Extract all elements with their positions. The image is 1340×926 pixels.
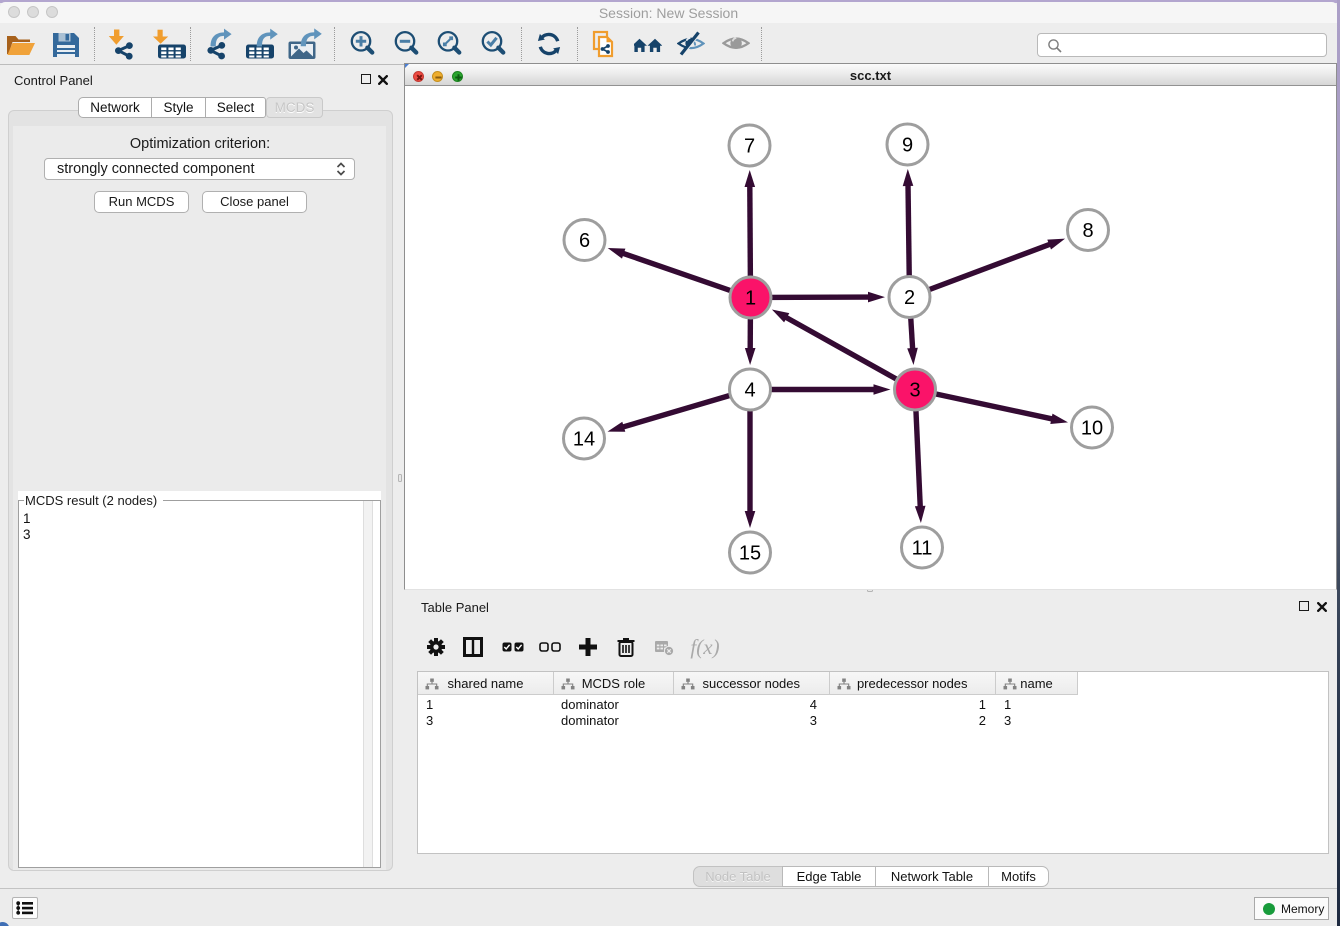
svg-text:14: 14 (573, 429, 595, 451)
svg-text:8: 8 (1082, 220, 1093, 242)
svg-text:1: 1 (745, 288, 756, 310)
svg-text:3: 3 (909, 380, 920, 402)
svg-text:10: 10 (1081, 418, 1103, 440)
svg-text:9: 9 (902, 135, 913, 157)
svg-text:4: 4 (744, 380, 755, 402)
svg-text:6: 6 (579, 230, 590, 252)
svg-text:7: 7 (744, 136, 755, 158)
svg-text:11: 11 (912, 538, 933, 560)
svg-text:15: 15 (739, 543, 761, 565)
svg-text:2: 2 (904, 287, 915, 309)
